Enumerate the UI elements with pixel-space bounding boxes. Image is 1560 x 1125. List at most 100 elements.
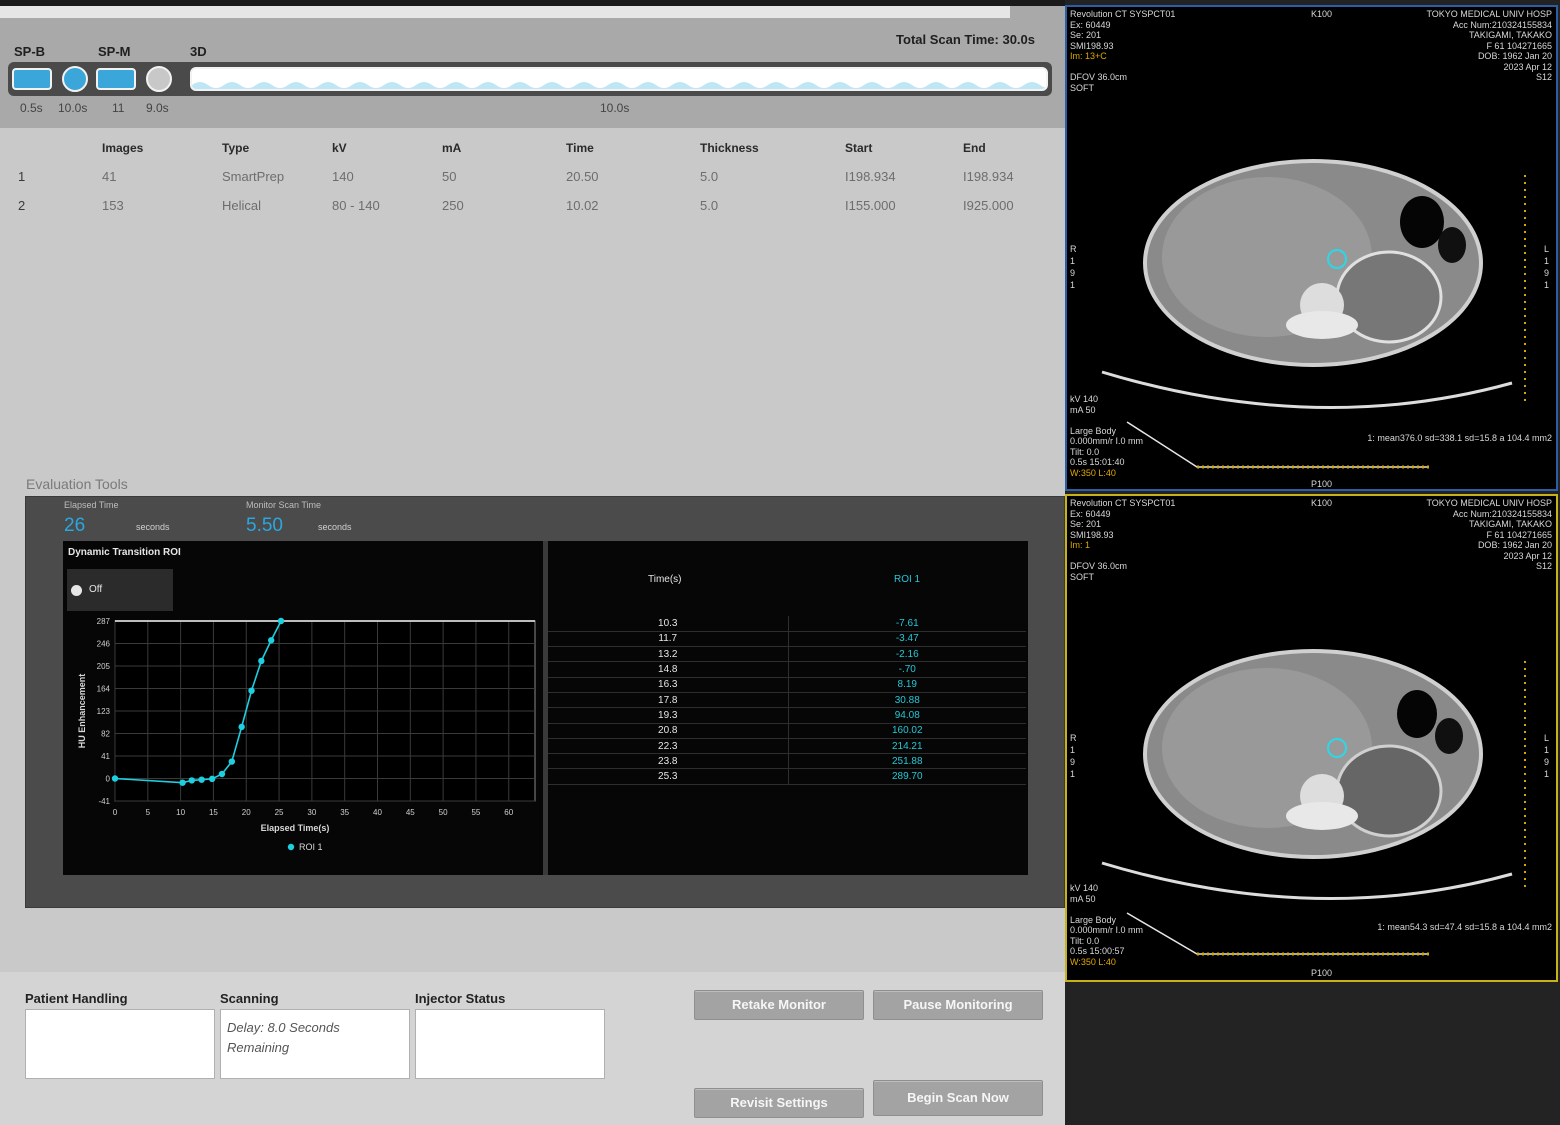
- ct-viewer-baseline[interactable]: Revolution CT SYSPCT01 Ex: 60449 Se: 201…: [1065, 494, 1558, 982]
- sp-b-delay-time: 10.0s: [58, 101, 88, 115]
- chart-title: Dynamic Transition ROI: [68, 547, 181, 558]
- roi-data-table: 10.3 -7.61 11.7 -3.47 13.2 -2.16 14.8 -.70 16.3 8…: [548, 616, 1026, 785]
- cell-ma: 250: [442, 198, 464, 213]
- cell-time: 20.50: [566, 169, 599, 184]
- data-point: [258, 657, 265, 665]
- evaluation-tools-panel: Elapsed Time 26 seconds Monitor Scan Tim…: [25, 496, 1065, 908]
- roi-time-cell: 22.3: [548, 738, 789, 755]
- sp-b-delay-marker[interactable]: [62, 66, 88, 92]
- cell-time: 10.02: [566, 198, 599, 213]
- roi-time-cell: 23.8: [548, 753, 789, 770]
- right-orientation-marker: L 1 9 1: [1544, 244, 1550, 290]
- x-axis-label: Elapsed Time(s): [261, 823, 330, 833]
- elapsed-time-label: Elapsed Time: [64, 500, 119, 510]
- protocol-header-row: Images Type kV mA Time Thickness Start E…: [18, 134, 1043, 162]
- roi-data-row: 11.7 -3.47: [548, 631, 1026, 648]
- roi-value-cell: 251.88: [788, 753, 1026, 770]
- radio-icon[interactable]: [71, 585, 82, 596]
- data-point: [228, 758, 236, 765]
- injector-status-box: [415, 1009, 605, 1079]
- sp-m-time: 11: [112, 101, 125, 115]
- data-point: [218, 770, 226, 778]
- x-tick-label: 20: [242, 808, 251, 817]
- x-tick-label: 30: [307, 808, 316, 817]
- roi-data-row: 19.3 94.08: [548, 707, 1026, 724]
- scanning-delay-text: Delay: 8.0 Seconds: [227, 1020, 340, 1035]
- overlay-top-right: TOKYO MEDICAL UNIV HOSP Acc Num:21032415…: [1426, 498, 1552, 571]
- x-tick-label: 40: [373, 808, 382, 817]
- sp-m-segment[interactable]: [96, 68, 136, 90]
- begin-scan-now-button[interactable]: Begin Scan Now: [873, 1080, 1043, 1116]
- y-tick-label: 0: [106, 775, 111, 784]
- col-header-kv: kV: [332, 141, 347, 155]
- overlay-bottom-left: kV 140 mA 50 Large Body 0.000mm/r I.0 mm…: [1070, 394, 1144, 478]
- roi-data-row: 20.8 160.02: [548, 723, 1026, 739]
- patient-handling-label: Patient Handling: [25, 991, 128, 1006]
- roi-value-cell: -2.16: [788, 646, 1026, 663]
- roi-data-row: 10.3 -7.61: [548, 616, 1026, 632]
- cell-images: 41: [102, 169, 117, 184]
- patient-handling-box: [25, 1009, 215, 1079]
- sp-b-time: 0.5s: [20, 101, 43, 115]
- status-area: Patient Handling Scanning Delay: 8.0 Sec…: [0, 972, 1065, 1125]
- roi-time-cell: 13.2: [548, 646, 789, 663]
- roi-data-row: 16.3 8.19: [548, 677, 1026, 693]
- y-tick-label: 205: [97, 662, 111, 671]
- segment-wave-graphic: [192, 82, 1046, 89]
- protocol-row[interactable]: 2 153 Helical 80 - 140 250 10.02 5.0 I15…: [18, 191, 1043, 220]
- sp-m-delay-marker[interactable]: [146, 66, 172, 92]
- sp-b-segment[interactable]: [12, 68, 52, 90]
- elapsed-time-unit: seconds: [136, 522, 170, 532]
- roi-value-cell: 214.21: [788, 738, 1026, 755]
- cell-start: I155.000: [845, 198, 896, 213]
- roi-toggle[interactable]: Off: [67, 569, 173, 611]
- retake-monitor-button[interactable]: Retake Monitor: [694, 990, 864, 1020]
- revisit-settings-button[interactable]: Revisit Settings: [694, 1088, 864, 1118]
- y-tick-label: 82: [101, 730, 110, 739]
- segment-label-sp-b: SP-B: [14, 44, 46, 59]
- protocol-row[interactable]: 1 41 SmartPrep 140 50 20.50 5.0 I198.934…: [18, 162, 1043, 191]
- scan-timeline-bar: SP-B SP-M 3D Total Scan Time: 30.0s 0.5s…: [0, 0, 1065, 128]
- cell-index: 2: [18, 198, 26, 213]
- ct-viewer-monitor[interactable]: Revolution CT SYSPCT01 Ex: 60449 Se: 201…: [1065, 5, 1558, 491]
- data-point: [188, 777, 195, 784]
- x-tick-label: 55: [471, 808, 480, 817]
- y-tick-label: 287: [97, 617, 111, 626]
- x-tick-label: 5: [146, 808, 151, 817]
- roi-time-cell: 17.8: [548, 692, 789, 709]
- roi-time-cell: 14.8: [548, 661, 789, 678]
- legend-label: ROI 1: [299, 842, 323, 852]
- roi-value-cell: -.70: [788, 661, 1026, 678]
- cell-end: I925.000: [963, 198, 1014, 213]
- roi-value-cell: 160.02: [788, 723, 1026, 739]
- col-header-end: End: [963, 141, 986, 155]
- roi-data-row: 14.8 -.70: [548, 661, 1026, 678]
- col-header-start: Start: [845, 141, 873, 155]
- roi-data-panel: Time(s) ROI 1 10.3 -7.61 11.7 -3.47 13.2 -2.1…: [548, 541, 1028, 875]
- total-scan-time: Total Scan Time: 30.0s: [896, 32, 1035, 47]
- cell-end: I198.934: [963, 169, 1014, 184]
- evaluation-tools-label: Evaluation Tools: [26, 476, 128, 492]
- col-header-type: Type: [222, 141, 250, 155]
- roi-data-row: 22.3 214.21: [548, 738, 1026, 755]
- pause-monitoring-button[interactable]: Pause Monitoring: [873, 990, 1043, 1020]
- 3d-helical-segment[interactable]: [190, 67, 1048, 91]
- col-header-time: Time: [566, 141, 594, 155]
- data-point: [198, 776, 205, 783]
- roi-data-row: 23.8 251.88: [548, 753, 1026, 770]
- scan-segment-track: [8, 62, 1052, 96]
- roi-enhancement-chart: 0 5 10 15 20 25 30 35 40 45 50 55 60 287 246 205 164 123 8…: [77, 617, 536, 852]
- cell-type: SmartPrep: [222, 169, 285, 184]
- roi-data-row: 17.8 30.88: [548, 692, 1026, 709]
- roi-value-cell: -3.47: [788, 631, 1026, 648]
- x-tick-label: 35: [340, 808, 349, 817]
- data-point: [238, 723, 245, 731]
- data-point: [111, 775, 119, 782]
- roi-measurement: 1: mean54.3 sd=47.4 sd=15.8 a 104.4 mm2: [1377, 922, 1552, 932]
- x-tick-label: 50: [439, 808, 448, 817]
- data-point: [208, 775, 216, 783]
- overlay-top-left: Revolution CT SYSPCT01 Ex: 60449 Se: 201…: [1070, 9, 1176, 93]
- cell-thickness: 5.0: [700, 198, 719, 213]
- left-orientation-marker: R 1 9 1: [1070, 733, 1077, 779]
- overlay-bottom-center: P100: [1311, 968, 1333, 978]
